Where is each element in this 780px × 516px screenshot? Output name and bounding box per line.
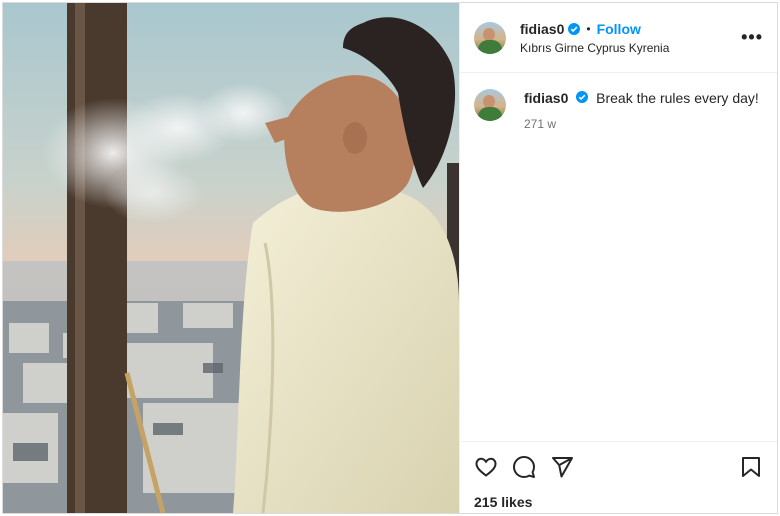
caption-message: Break the rules every day! (596, 90, 759, 106)
action-icons (474, 452, 763, 482)
avatar-shirt (478, 39, 502, 54)
caption-text: fidias0 Break the rules every day! (524, 89, 759, 107)
avatar-head (483, 27, 495, 41)
comment-icon[interactable] (512, 455, 536, 479)
post-photo (3, 3, 459, 513)
verified-badge-icon (576, 91, 589, 103)
author-meta: fidias0 • Follow Kıbrıs Girne Cyprus Kyr… (520, 21, 669, 55)
caption-body: fidias0 Break the rules every day! 271 w (524, 89, 759, 131)
post-dialog: fidias0 • Follow Kıbrıs Girne Cyprus Kyr… (2, 2, 778, 514)
heart-icon[interactable] (474, 455, 498, 479)
username-link[interactable]: fidias0 (520, 21, 564, 37)
verified-badge-icon (568, 22, 581, 35)
post-image[interactable] (3, 3, 459, 513)
more-options-icon[interactable]: ••• (741, 27, 763, 48)
bookmark-icon[interactable] (739, 455, 763, 479)
avatar-shirt (478, 107, 502, 121)
comments-section: fidias0 Break the rules every day! 271 w (460, 73, 777, 441)
send-icon[interactable] (550, 455, 574, 479)
likes-count[interactable]: 215 likes (474, 494, 763, 510)
post-sidebar: fidias0 • Follow Kıbrıs Girne Cyprus Kyr… (459, 3, 777, 513)
avatar[interactable] (474, 21, 506, 54)
caption-timestamp[interactable]: 271 w (524, 117, 759, 131)
separator-dot: • (586, 21, 591, 36)
caption-username-link[interactable]: fidias0 (524, 90, 568, 106)
caption-avatar[interactable] (474, 89, 506, 121)
post-header: fidias0 • Follow Kıbrıs Girne Cyprus Kyr… (460, 3, 777, 73)
caption-row: fidias0 Break the rules every day! 271 w (474, 89, 763, 131)
post-actions: 215 likes (460, 441, 777, 513)
follow-button[interactable]: Follow (597, 21, 641, 37)
location-link[interactable]: Kıbrıs Girne Cyprus Kyrenia (520, 41, 669, 55)
author-topline: fidias0 • Follow (520, 21, 669, 37)
